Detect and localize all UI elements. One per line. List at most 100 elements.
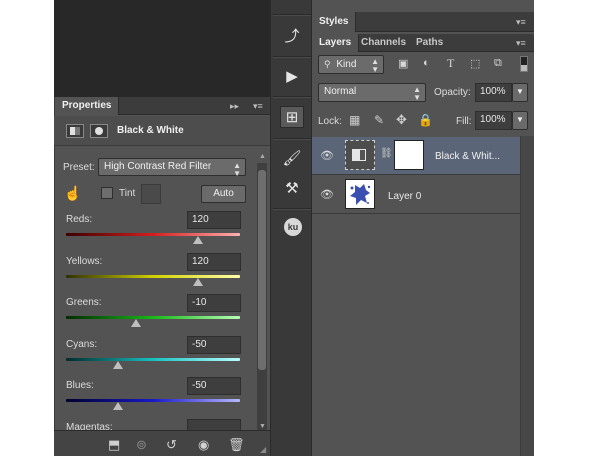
trash-icon[interactable]: 🗑 — [228, 437, 245, 453]
layer-row-black-white[interactable]: 👁 ⛓ Black & Whit... — [312, 137, 520, 175]
bottom-margin — [0, 456, 590, 464]
brushes-icon[interactable]: 🖌 — [280, 148, 304, 170]
filter-pixel-icon[interactable]: ▣ — [398, 57, 408, 70]
slider-track[interactable] — [66, 399, 240, 402]
layer-thumbnail — [345, 179, 375, 209]
slider-value-field[interactable]: -50 — [187, 377, 241, 395]
slider-thumb[interactable] — [131, 319, 141, 327]
slider-value-field[interactable]: 120 — [187, 211, 241, 229]
kuler-icon[interactable]: ku — [284, 218, 302, 236]
layer-mask-icon[interactable] — [90, 124, 108, 138]
scroll-up-icon[interactable]: ▲ — [259, 153, 266, 160]
slider-label: Greens: — [66, 297, 102, 308]
slider-track[interactable] — [66, 316, 240, 319]
styles-header: Styles ▾≡ — [312, 12, 534, 32]
lock-image-pixels-icon[interactable]: ✎ — [374, 113, 384, 127]
up-down-arrows-icon: ▲ ▼ — [233, 161, 241, 178]
tint-color-swatch[interactable] — [141, 184, 161, 204]
visibility-eye-icon[interactable]: ◉ — [198, 437, 209, 453]
opacity-label: Opacity: — [434, 87, 471, 98]
slider-value-field[interactable]: -10 — [187, 294, 241, 312]
slider-track[interactable] — [66, 358, 240, 361]
slider-label: Yellows: — [66, 256, 103, 267]
lock-position-icon[interactable]: ✥ — [396, 112, 407, 128]
layer-name: Layer 0 — [388, 191, 422, 202]
slider-track[interactable] — [66, 275, 240, 278]
layer-name: Black & Whit... — [435, 151, 501, 162]
filter-shape-icon[interactable]: ⬚ — [470, 57, 480, 70]
slider-value-field[interactable]: -50 — [187, 336, 241, 354]
styles-menu-icon[interactable]: ▾≡ — [516, 12, 526, 32]
auto-button[interactable]: Auto — [201, 185, 246, 203]
layer-row-layer-0[interactable]: 👁 Layer 0 — [312, 176, 520, 214]
expand-icon[interactable]: ▸▸ — [230, 97, 239, 115]
tab-channels[interactable]: Channels — [355, 34, 412, 52]
layers-tabs-header: Layers Channels Paths ▾≡ — [312, 34, 534, 52]
targeted-adjustment-hand-icon[interactable]: ☝ — [64, 185, 81, 202]
blend-mode-dropdown[interactable]: Normal ▲ ▼ — [318, 83, 426, 102]
filter-kind-value: Kind — [336, 59, 357, 70]
properties-header: Properties ▸▸ ▾≡ — [55, 97, 270, 115]
slider-track[interactable] — [66, 233, 240, 236]
properties-toggle-icon[interactable]: ⊞ — [280, 106, 304, 128]
adjustment-title: Black & White — [117, 125, 184, 136]
up-down-arrows-icon: ▲ ▼ — [371, 57, 379, 74]
visibility-eye-icon[interactable]: 👁 — [320, 188, 334, 201]
panel-menu-icon[interactable]: ▾≡ — [253, 97, 263, 115]
fill-field[interactable]: 100% — [475, 111, 512, 130]
tab-layers[interactable]: Layers — [312, 34, 360, 52]
adjustment-layer-icon[interactable] — [66, 124, 84, 138]
slider-label: Cyans: — [66, 339, 98, 350]
lock-transparent-pixels-icon[interactable]: ▦ — [349, 113, 360, 127]
filter-toggle-switch[interactable] — [520, 56, 528, 72]
tool-presets-icon[interactable]: ⚒ — [280, 178, 304, 200]
opacity-field[interactable]: 100% — [475, 83, 512, 102]
document-canvas — [54, 0, 270, 97]
visibility-eye-icon[interactable]: 👁 — [320, 149, 334, 162]
resize-grip-icon[interactable]: ◢ — [260, 445, 266, 454]
slider-thumb[interactable] — [113, 402, 123, 410]
panel-icons-toolbar: ⤴ ▶ ⊞ 🖌 ⚒ ku — [270, 0, 312, 456]
filter-smart-object-icon[interactable]: ⧉ — [494, 57, 502, 70]
tab-styles[interactable]: Styles — [312, 12, 357, 32]
preset-value: High Contrast Red Filter — [104, 161, 212, 172]
slider-thumb[interactable] — [193, 278, 203, 286]
slider-thumb[interactable] — [113, 361, 123, 369]
filter-type-icon[interactable]: T — [447, 56, 454, 71]
tint-checkbox[interactable] — [101, 187, 113, 199]
lock-label: Lock: — [318, 116, 342, 127]
preset-label: Preset: — [63, 162, 95, 173]
blend-mode-value: Normal — [324, 86, 357, 97]
slider-thumb[interactable] — [193, 236, 203, 244]
properties-scrollbar-thumb[interactable] — [258, 170, 266, 370]
up-down-arrows-icon: ▲ ▼ — [413, 85, 421, 102]
fill-label: Fill: — [456, 116, 472, 127]
slider-value-field[interactable]: 120 — [187, 253, 241, 271]
layers-menu-icon[interactable]: ▾≡ — [516, 34, 526, 52]
preset-dropdown[interactable]: High Contrast Red Filter ▲ ▼ — [98, 158, 246, 178]
scroll-down-icon[interactable]: ▼ — [259, 423, 266, 430]
link-chain-icon[interactable]: ⛓ — [380, 148, 393, 159]
fill-dropdown-arrow[interactable]: ▼ — [512, 111, 528, 130]
clip-to-layer-icon[interactable]: ⬒ — [108, 437, 120, 453]
mask-thumbnail — [394, 140, 424, 170]
adjustment-title-row: Black & White — [54, 116, 270, 146]
slider-label: Reds: — [66, 214, 93, 225]
tint-label: Tint — [119, 188, 136, 199]
layers-scrollbar[interactable] — [520, 136, 534, 456]
history-icon[interactable]: ⤴ — [280, 26, 304, 48]
lock-all-icon[interactable]: 🔒 — [418, 113, 433, 127]
paint-splatter-icon — [350, 184, 371, 205]
tab-properties[interactable]: Properties — [55, 97, 120, 115]
reset-icon[interactable]: ↺ — [166, 437, 177, 453]
view-previous-state-icon[interactable]: ⊚ — [136, 437, 147, 453]
filter-kind-dropdown[interactable]: ⚲ Kind ▲ ▼ — [318, 55, 384, 74]
actions-play-icon[interactable]: ▶ — [280, 66, 304, 88]
adjustment-thumbnail — [345, 140, 375, 170]
filter-adjustment-icon[interactable]: ◐ — [423, 57, 430, 69]
properties-footer: ⬒ ⊚ ↺ ◉ 🗑 ◢ — [54, 430, 270, 456]
search-icon: ⚲ — [324, 59, 331, 69]
slider-label: Blues: — [66, 380, 94, 391]
opacity-dropdown-arrow[interactable]: ▼ — [512, 83, 528, 102]
tab-paths[interactable]: Paths — [410, 34, 449, 52]
